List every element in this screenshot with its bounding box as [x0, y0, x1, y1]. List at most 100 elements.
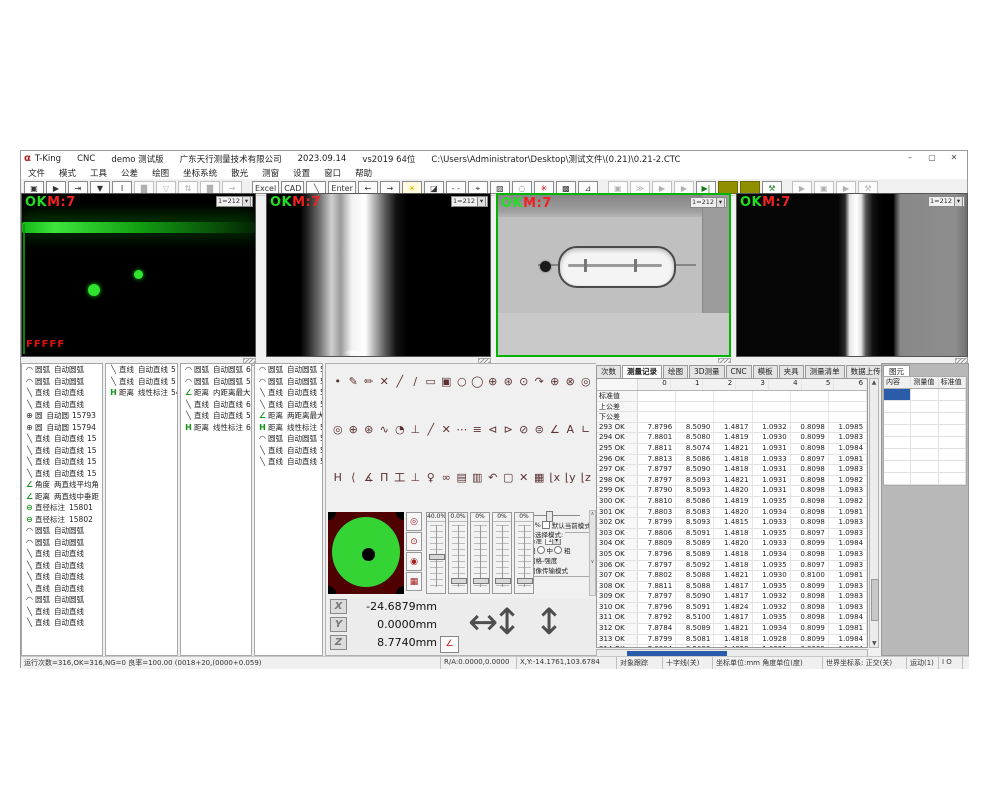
table-row[interactable]: 295 OK7.88118.50741.48211.09310.80981.09…: [597, 444, 867, 455]
open-run-button[interactable]: ▶: [652, 181, 672, 194]
run2-button[interactable]: ▶: [792, 181, 812, 194]
table-row[interactable]: 307 OK7.88028.50881.48211.09300.81001.09…: [597, 571, 867, 582]
light-pattern-button[interactable]: ◎: [406, 512, 422, 531]
tool-icon[interactable]: ▤: [454, 470, 470, 486]
region-tool-button[interactable]: ▇: [200, 181, 220, 194]
angle-display-button[interactable]: ∠: [440, 636, 459, 653]
tool-icon[interactable]: 工: [392, 470, 408, 486]
tools2-button[interactable]: ⚒: [858, 181, 878, 194]
element-list-1[interactable]: ◠圆弧自动圆弧◠圆弧自动圆弧╲直线自动直线╲直线自动直线⊕圆自动圆15793⊕圆…: [21, 363, 103, 656]
light-pattern-button[interactable]: ⊙: [406, 532, 422, 551]
tool-icon[interactable]: ⊛: [501, 374, 517, 390]
list-item[interactable]: ╲直线自动直线: [22, 560, 102, 572]
table-row[interactable]: 302 OK7.87998.50931.48151.09330.80981.09…: [597, 518, 867, 529]
table-row[interactable]: 上公差: [597, 402, 867, 413]
enter-button[interactable]: Enter: [328, 181, 355, 194]
list-item[interactable]: ◠圆弧自动圆弧: [22, 537, 102, 549]
jog-vertical-icon[interactable]: ↕: [492, 600, 522, 646]
table-vertical-scrollbar[interactable]: ▲▼: [869, 378, 879, 648]
detail-row[interactable]: [884, 473, 966, 485]
tool-icon[interactable]: ⊕: [547, 374, 563, 390]
list-item[interactable]: ╲直线自动直线15: [22, 445, 102, 457]
scrollbar-thumb[interactable]: [871, 579, 879, 621]
list-item[interactable]: ◠圆弧自动圆弧5: [181, 376, 251, 388]
star-button[interactable]: ✳: [534, 181, 554, 194]
tool-icon[interactable]: ✎: [346, 374, 362, 390]
menu-item-模式[interactable]: 模式: [52, 167, 83, 179]
tool-icon[interactable]: ↶: [485, 470, 501, 486]
chart-button[interactable]: ⊿: [578, 181, 598, 194]
camera3-magnification-dropdown[interactable]: 1=212▾: [690, 197, 727, 208]
light-slider[interactable]: 0%: [470, 512, 490, 594]
camera4-magnification-dropdown[interactable]: 1=212▾: [928, 196, 965, 207]
tool-icon[interactable]: ◎: [578, 374, 594, 390]
lasso-button[interactable]: ◌: [512, 181, 532, 194]
table-row[interactable]: 306 OK7.87978.50921.48181.09350.80971.09…: [597, 561, 867, 572]
next-button[interactable]: →: [380, 181, 400, 194]
camera-view-3-selected[interactable]: OKM:7 1=212▾: [496, 193, 731, 357]
magnifier-button[interactable]: ⌖: [468, 181, 488, 194]
run-to-end-button[interactable]: ▶|: [696, 181, 716, 194]
open2-button[interactable]: ▶: [836, 181, 856, 194]
default-mode-checkbox[interactable]: [542, 521, 550, 529]
list-item[interactable]: H距离线性标注55: [255, 422, 322, 434]
slider-thumb[interactable]: [495, 578, 511, 584]
height-tool-button[interactable]: ⇅: [178, 181, 198, 194]
list-item[interactable]: ∠距离两直线中垂距: [22, 491, 102, 503]
detail-row[interactable]: [884, 449, 966, 461]
list-item[interactable]: ╲直线自动直线15: [22, 468, 102, 480]
list-item[interactable]: ╲直线自动直线: [22, 571, 102, 583]
tool-icon[interactable]: ⊜: [532, 422, 548, 438]
jog-z-icon[interactable]: ↕: [534, 600, 564, 646]
table-row[interactable]: 308 OK7.88118.50881.48171.09350.80991.09…: [597, 582, 867, 593]
list-item[interactable]: ◠圆弧自动圆弧5: [255, 433, 322, 445]
move-tool-button[interactable]: →: [222, 181, 242, 194]
table-row[interactable]: 298 OK7.87978.50931.48211.09310.80981.09…: [597, 476, 867, 487]
menu-item-工具[interactable]: 工具: [83, 167, 114, 179]
slider-thumb[interactable]: [517, 578, 533, 584]
cad-button[interactable]: CAD: [281, 181, 304, 194]
maximize-button[interactable]: ▢: [921, 151, 943, 165]
list-item[interactable]: ╲直线自动直线: [22, 548, 102, 560]
element-detail-table[interactable]: 内容测量值标准值: [883, 376, 967, 486]
table-row[interactable]: 305 OK7.87968.50891.48181.09340.80981.09…: [597, 550, 867, 561]
light-pattern-button[interactable]: ◉: [406, 552, 422, 571]
menu-item-散光[interactable]: 散光: [224, 167, 255, 179]
table-row[interactable]: 313 OK7.87998.50811.48181.09280.80991.09…: [597, 635, 867, 646]
tool-icon[interactable]: ▢: [501, 470, 517, 486]
tool-icon[interactable]: ⌊z: [578, 470, 594, 486]
list-item[interactable]: ◠圆弧自动圆弧: [22, 525, 102, 537]
list-item[interactable]: ⊖直径标注15801: [22, 502, 102, 514]
pause-button[interactable]: ▮▮: [740, 181, 760, 194]
list-item[interactable]: ◠圆弧自动圆弧: [22, 376, 102, 388]
menu-item-设置[interactable]: 设置: [286, 167, 317, 179]
list-item[interactable]: ╲直线自动直线5: [255, 387, 322, 399]
options-scrollbar[interactable]: ∧∨: [589, 510, 596, 596]
table-row[interactable]: 297 OK7.87978.50901.48181.09310.80981.09…: [597, 465, 867, 476]
tool-icon[interactable]: ⊲: [485, 422, 501, 438]
list-item[interactable]: ╲直线自动直线5: [255, 456, 322, 468]
tool-icon[interactable]: ⌊x: [547, 470, 563, 486]
tool-icon[interactable]: ▭: [423, 374, 439, 390]
list-item[interactable]: ╲直线自动直线: [22, 606, 102, 618]
detail-row[interactable]: [884, 413, 966, 425]
list-item[interactable]: ╲直线自动直线: [22, 583, 102, 595]
element-list-4[interactable]: ◠圆弧自动圆弧5◠圆弧自动圆弧5╲直线自动直线5╲直线自动直线5∠距离两距离最大…: [254, 363, 323, 656]
goto-button[interactable]: ⇥: [68, 181, 88, 194]
detail-row[interactable]: [884, 401, 966, 413]
save-run-button[interactable]: ▣: [608, 181, 628, 194]
list-item[interactable]: ∠距离内距离最大值: [181, 387, 251, 399]
table-row[interactable]: 300 OK7.88108.50861.48191.09350.80981.09…: [597, 497, 867, 508]
camera-view-2[interactable]: OKM:7 1=212▾: [266, 193, 491, 357]
tool-icon[interactable]: Π: [377, 470, 393, 486]
list-item[interactable]: ╲直线自动直线5: [255, 399, 322, 411]
table-row[interactable]: 301 OK7.88038.50831.48201.09340.80981.09…: [597, 508, 867, 519]
tab-测量清单[interactable]: 测量清单: [805, 365, 845, 378]
tool-icon[interactable]: ⊥: [408, 422, 424, 438]
tab-测量记录[interactable]: 测量记录: [622, 365, 662, 378]
tool-icon[interactable]: ⊳: [501, 422, 517, 438]
camera2-magnification-dropdown[interactable]: 1=212▾: [451, 196, 488, 207]
tool-icon[interactable]: ✕: [439, 422, 455, 438]
tab-数据上传[interactable]: 数据上传: [846, 365, 886, 378]
menu-item-帮助[interactable]: 帮助: [348, 167, 379, 179]
